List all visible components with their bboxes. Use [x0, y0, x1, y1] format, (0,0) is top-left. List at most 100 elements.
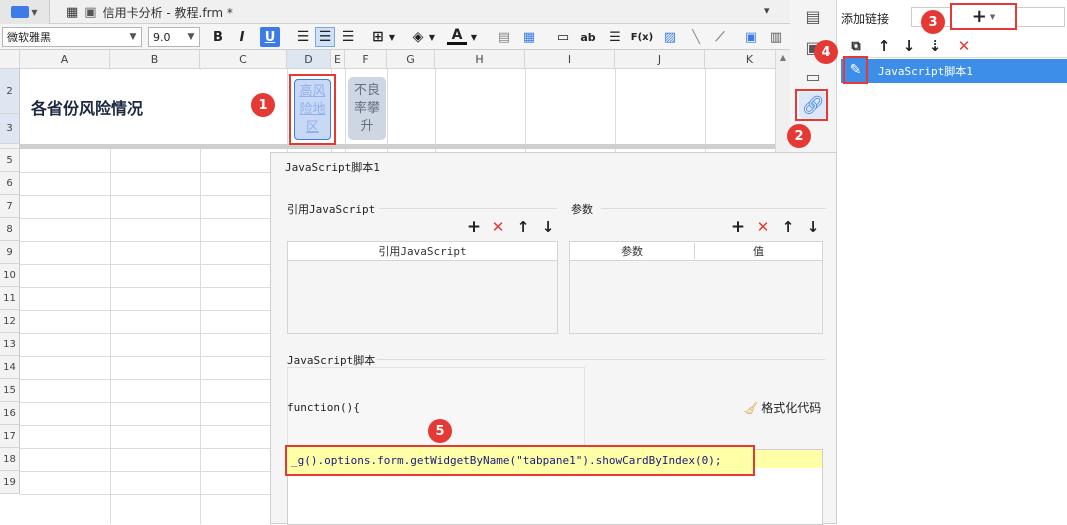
- fill-color-icon[interactable]: ◈: [408, 27, 428, 47]
- column-header[interactable]: I: [525, 50, 615, 69]
- font-size-select[interactable]: 9.0 ▼: [148, 27, 200, 47]
- delete-icon[interactable]: ✕: [487, 217, 509, 237]
- column-header[interactable]: J: [615, 50, 705, 69]
- table-icon[interactable]: ▦: [519, 27, 539, 47]
- column-header[interactable]: E: [331, 50, 345, 69]
- param-table[interactable]: 参数 值: [569, 241, 823, 334]
- columns-icon[interactable]: ▥: [766, 27, 786, 47]
- chevron-down-icon[interactable]: ▼: [426, 27, 438, 47]
- link-list-toolbar: ⧉ ↑ ↓ ⇣ ✕: [841, 34, 1067, 58]
- column-header[interactable]: B: [110, 50, 200, 69]
- copy-icon[interactable]: ⧉: [845, 36, 867, 56]
- row-header[interactable]: 17: [0, 425, 20, 448]
- param-table-header: 参数 值: [570, 242, 822, 261]
- row-header[interactable]: 12: [0, 310, 20, 333]
- column-header[interactable]: G: [387, 50, 435, 69]
- grid-line: [20, 144, 775, 149]
- chevron-down-icon[interactable]: ▼: [386, 27, 398, 47]
- row-header[interactable]: 8: [0, 218, 20, 241]
- param-col-name: 参数: [570, 243, 695, 259]
- add-icon[interactable]: +: [727, 217, 749, 237]
- row-header[interactable]: 14: [0, 356, 20, 379]
- ref-group-line: [379, 208, 557, 209]
- arrow-down-icon[interactable]: ↓: [802, 217, 824, 237]
- bar-icon[interactable]: ▭: [553, 27, 573, 47]
- column-header[interactable]: H: [435, 50, 525, 69]
- delete-icon[interactable]: ✕: [752, 217, 774, 237]
- ref-js-list[interactable]: 引用JavaScript: [287, 241, 558, 334]
- link-item-label: JavaScript脚本1: [878, 65, 973, 78]
- freeze-icon[interactable]: ▣: [741, 27, 761, 47]
- arrow-up-icon[interactable]: ↑: [777, 217, 799, 237]
- text-icon[interactable]: ab: [578, 27, 598, 47]
- title-cell[interactable]: 各省份风险情况: [21, 70, 286, 144]
- dropdown-arrow-icon[interactable]: ▾: [764, 4, 770, 17]
- cell-style-icon[interactable]: ▤: [494, 27, 514, 47]
- row-header[interactable]: 3: [0, 114, 20, 144]
- row-header[interactable]: 11: [0, 287, 20, 310]
- row-header[interactable]: 5: [0, 149, 20, 172]
- row-header[interactable]: 10: [0, 264, 20, 287]
- dialog-title: JavaScript脚本1: [285, 161, 380, 174]
- delete-icon[interactable]: ✕: [953, 36, 975, 56]
- row-header[interactable]: 2: [0, 69, 20, 114]
- bad-rate-button[interactable]: 不良率攀升: [348, 77, 386, 140]
- param-group-label: 参数: [571, 203, 593, 216]
- add-link-button[interactable]: + ▼: [950, 3, 1017, 30]
- scroll-up-icon[interactable]: ▲: [776, 50, 790, 62]
- add-link-label: 添加链接: [841, 12, 890, 26]
- bold-button[interactable]: B: [208, 27, 228, 47]
- selected-cell-highlight[interactable]: 高风险地区: [289, 74, 336, 145]
- column-header[interactable]: F: [345, 50, 387, 69]
- row-header[interactable]: 16: [0, 402, 20, 425]
- script-group-label: JavaScript脚本: [287, 354, 376, 367]
- line-icon[interactable]: ╲: [686, 27, 706, 47]
- row-header[interactable]: 19: [0, 471, 20, 494]
- param-col-value: 值: [753, 245, 764, 258]
- high-risk-area-button[interactable]: 高风险地区: [294, 79, 331, 140]
- align-right-icon[interactable]: ☰: [338, 27, 358, 47]
- list-icon[interactable]: ☰: [605, 27, 625, 47]
- script-group-line: [377, 359, 825, 360]
- font-name-select[interactable]: 微软雅黑 ▼: [2, 27, 142, 47]
- italic-button[interactable]: I: [232, 27, 252, 47]
- font-size-value: 9.0: [153, 30, 171, 44]
- row-header[interactable]: 13: [0, 333, 20, 356]
- cell-element-icon[interactable]: ▤: [799, 3, 827, 29]
- chevron-down-icon[interactable]: ▼: [468, 27, 480, 47]
- format-code-button[interactable]: 🧹︎ 格式化代码: [743, 399, 821, 416]
- format-toolbar: 微软雅黑 ▼ 9.0 ▼ B I U ☰ ☰ ☰ ⊞ ▼ ◈ ▼ A ▼ ▤ ▦…: [0, 24, 790, 50]
- tab-title: 信用卡分析 - 教程.frm *: [102, 5, 233, 20]
- image-icon[interactable]: ▨: [660, 27, 680, 47]
- row-header[interactable]: 7: [0, 195, 20, 218]
- align-left-icon[interactable]: ☰: [293, 27, 313, 47]
- row-header[interactable]: 15: [0, 379, 20, 402]
- tab-document[interactable]: ▦ ▣ 信用卡分析 - 教程.frm *: [58, 0, 241, 24]
- arrow-down-icon[interactable]: ↓: [537, 217, 559, 237]
- arrow-down-icon[interactable]: ↓: [898, 36, 920, 56]
- formula-icon[interactable]: F(x): [630, 27, 654, 47]
- row-header[interactable]: 9: [0, 241, 20, 264]
- column-header[interactable]: K: [705, 50, 775, 69]
- column-header[interactable]: A: [20, 50, 110, 69]
- font-color-icon[interactable]: A: [447, 27, 467, 45]
- align-center-icon[interactable]: ☰: [315, 27, 335, 47]
- callout-1: 1: [251, 93, 275, 117]
- sort-icon[interactable]: ⇣: [924, 36, 946, 56]
- column-header[interactable]: D: [287, 50, 331, 69]
- border-icon[interactable]: ⊞: [368, 27, 388, 47]
- column-header[interactable]: C: [200, 50, 287, 69]
- add-icon[interactable]: +: [463, 217, 485, 237]
- condition-attribute-icon[interactable]: ▭: [799, 63, 827, 89]
- row-header[interactable]: 18: [0, 448, 20, 471]
- code-line-box[interactable]: _g().options.form.getWidgetByName("tabpa…: [285, 445, 755, 476]
- slash-icon[interactable]: ⟋: [710, 27, 730, 47]
- bad-rate-label: 不良率攀升: [353, 82, 380, 134]
- underline-button[interactable]: U: [260, 27, 280, 47]
- app-menu-button[interactable]: ▼: [0, 0, 50, 24]
- arrow-up-icon[interactable]: ↑: [512, 217, 534, 237]
- edit-pencil-icon[interactable]: ✎: [843, 56, 868, 84]
- link-list-item[interactable]: ✎ JavaScript脚本1: [841, 56, 1067, 84]
- row-header[interactable]: 6: [0, 172, 20, 195]
- arrow-up-icon[interactable]: ↑: [873, 36, 895, 56]
